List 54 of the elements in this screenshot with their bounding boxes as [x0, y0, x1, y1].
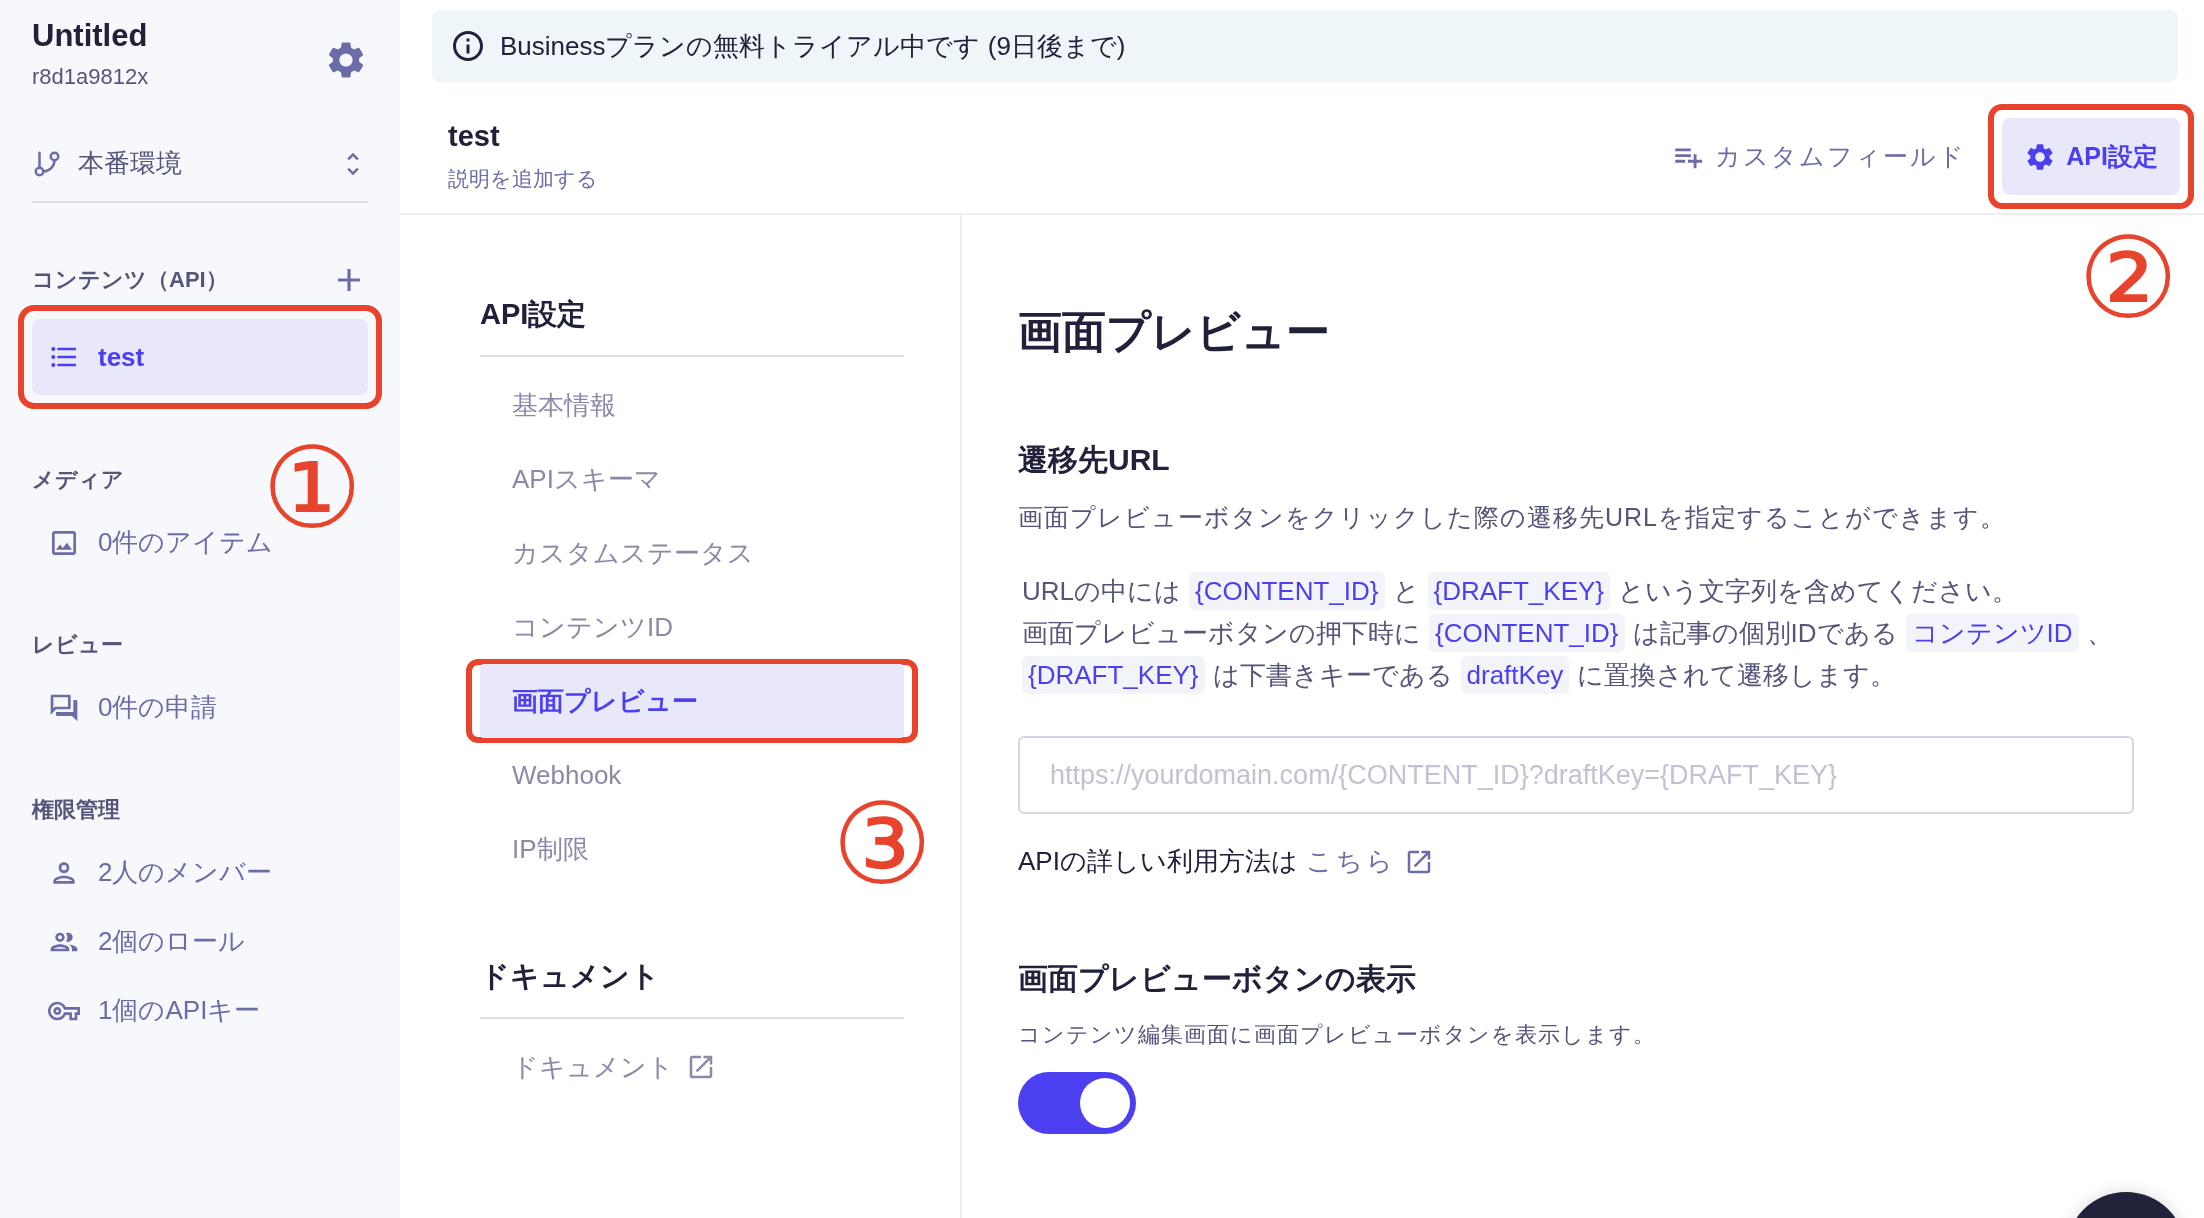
nav-group-title: ドキュメント	[480, 957, 904, 1019]
environment-label: 本番環境	[78, 147, 183, 180]
section-title: レビュー	[32, 631, 123, 659]
api-title: test	[448, 120, 501, 153]
settings-nav-item[interactable]: APIスキーマ	[480, 451, 693, 507]
section-title: コンテンツ（API）	[32, 266, 228, 294]
code-snippet: draftKey	[1460, 656, 1570, 694]
annotation-number: ③	[832, 788, 933, 900]
settings-nav-item[interactable]: ドキュメント	[480, 1039, 748, 1095]
settings-nav-item[interactable]: Webhook	[480, 747, 654, 803]
sidebar-item[interactable]: 0件の申請	[32, 690, 368, 725]
description-text: 、	[2086, 618, 2113, 648]
section-heading: 画面プレビューボタンの表示	[1018, 961, 1417, 997]
code-snippet: {CONTENT_ID}	[1189, 572, 1385, 610]
sidebar-item[interactable]: 2人のメンバー	[32, 855, 368, 890]
preview-url-field[interactable]: https://yourdomain.com/{CONTENT_ID}?draftKey={DRAFT_KEY}	[1018, 736, 2134, 814]
help-text: APIの詳しい利用方法は	[1018, 845, 1298, 878]
info-icon	[450, 28, 486, 64]
environment-selector[interactable]: 本番環境	[32, 146, 368, 203]
description-text: と	[1392, 576, 1420, 606]
section-description: 画面プレビューボタンをクリックした際の遷移先URLを指定することができます。	[1018, 502, 2007, 533]
section-title: メディア	[32, 466, 124, 494]
banner-text: Businessプランの無料トライアル中です (9日後まで)	[500, 29, 1126, 63]
section-heading: 遷移先URL	[1018, 442, 1171, 478]
sidebar-item[interactable]: test	[32, 319, 368, 395]
sidebar-item[interactable]: 1個のAPIキー	[32, 993, 368, 1028]
code-snippet: {DRAFT_KEY}	[1022, 656, 1205, 694]
code-snippet: {CONTENT_ID}	[1429, 614, 1625, 652]
description-text: は下書きキーである	[1212, 660, 1453, 690]
description-text: 画面プレビューボタンの押下時に	[1022, 618, 1421, 648]
settings-nav-item[interactable]: 基本情報	[480, 377, 648, 433]
settings-nav-item[interactable]: IP制限	[480, 821, 621, 877]
description-text: に置換されて遷移します。	[1577, 660, 1897, 690]
section-title: 権限管理	[32, 796, 120, 824]
description-text: は記事の個別IDである	[1632, 618, 1898, 648]
custom-field-button[interactable]: カスタムフィールド	[1671, 139, 1967, 174]
description-text: URLの中には	[1022, 576, 1181, 606]
section-description: コンテンツ編集画面に画面プレビューボタンを表示します。	[1018, 1021, 1657, 1049]
api-settings-button[interactable]: API設定	[2002, 118, 2180, 195]
settings-nav-item[interactable]: カスタムステータス	[480, 525, 786, 581]
annotation-number: ①	[262, 432, 363, 544]
settings-nav-item[interactable]: 画面プレビュー	[480, 664, 904, 738]
code-snippet: コンテンツID	[1905, 614, 2079, 652]
project-name: Untitled	[32, 18, 149, 54]
sidebar-item[interactable]: 2個のロール	[32, 924, 368, 959]
add-description-link[interactable]: 説明を追加する	[448, 165, 598, 193]
description-text: という文字列を含めてください。	[1618, 576, 2019, 606]
docs-link[interactable]: こちら	[1305, 844, 1396, 879]
page-title: 画面プレビュー	[1018, 306, 1331, 358]
project-id: r8d1a9812x	[32, 64, 149, 90]
settings-nav-item[interactable]: コンテンツID	[480, 599, 705, 655]
nav-group-title: API設定	[480, 295, 904, 357]
code-snippet: {DRAFT_KEY}	[1427, 572, 1611, 610]
annotation-number: ②	[2078, 222, 2179, 334]
